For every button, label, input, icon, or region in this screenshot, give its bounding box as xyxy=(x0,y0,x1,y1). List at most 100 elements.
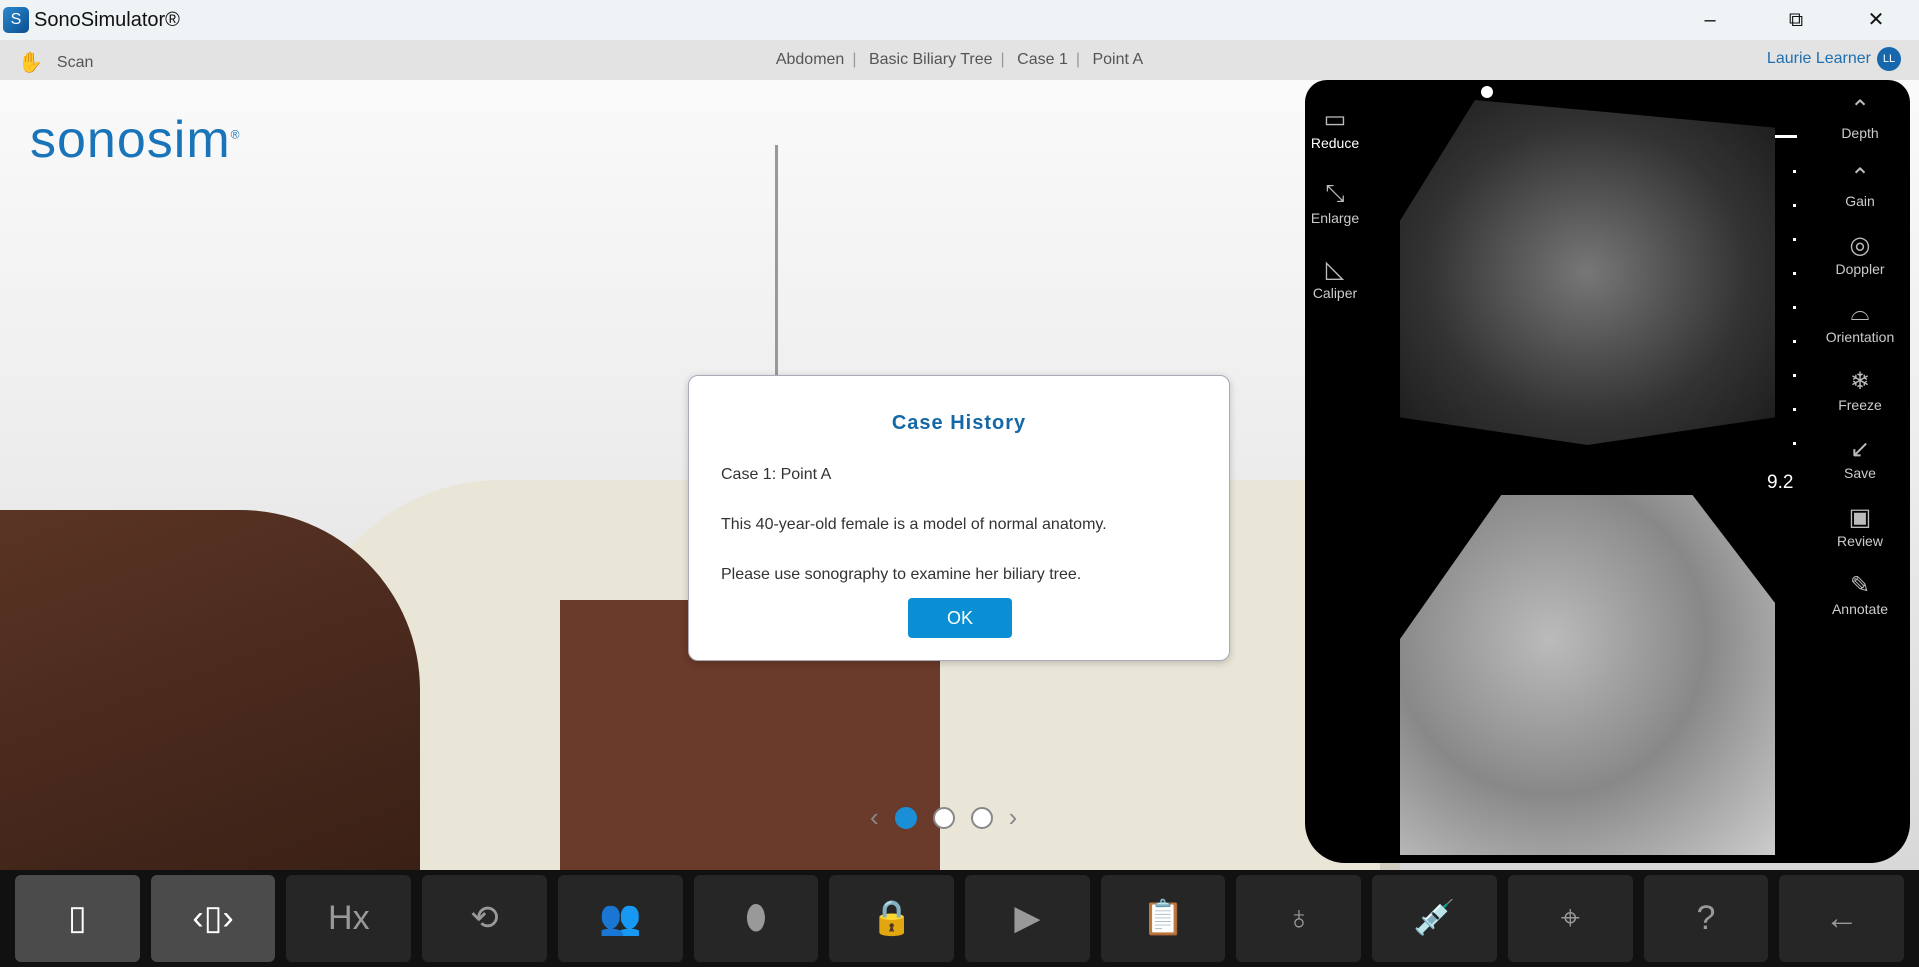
play-icon: ▶ xyxy=(1014,899,1041,937)
transducer-button[interactable]: ♁ xyxy=(1236,875,1362,962)
breadcrumb: Abdomen | Basic Biliary Tree | Case 1 | Poi… xyxy=(775,51,1144,68)
transducer-icon: ♁ xyxy=(1286,899,1312,937)
tool-label: Gain xyxy=(1845,193,1875,209)
patients-button[interactable]: 👥 xyxy=(557,875,683,962)
depth-scale-tick xyxy=(1793,408,1796,411)
dialog-case: Case 1: Point A xyxy=(721,466,832,483)
probe-icon: ⬮ xyxy=(745,899,767,937)
breadcrumb-item: Abdomen xyxy=(775,51,845,68)
depth-scale-tick xyxy=(1793,238,1796,241)
carousel-prev-button[interactable]: ‹ xyxy=(870,802,879,833)
syringe-icon: 💉 xyxy=(1413,899,1456,937)
orientation-icon: ⌓ xyxy=(1850,299,1870,326)
carousel-dot[interactable] xyxy=(932,806,955,829)
exit-button[interactable]: ← xyxy=(1779,875,1905,962)
ultrasound-panel: ▭ Reduce ⤡ Enlarge ◺ Caliper ⌃ Depth ⌃ Gain ◎ Dopp… xyxy=(1305,80,1910,863)
tool-enlarge-button[interactable]: ⤡ Enlarge xyxy=(1295,180,1375,226)
tool-review-button[interactable]: ▣ Review xyxy=(1820,503,1900,549)
carousel-dot[interactable] xyxy=(894,806,917,829)
tool-label: Depth xyxy=(1841,125,1879,141)
case-history-dialog: Case History Case 1: Point A This 40-yea… xyxy=(688,375,1230,661)
lock-button[interactable]: 🔒 xyxy=(829,875,955,962)
gain-icon: ⌃ xyxy=(1849,164,1871,191)
probe-switch-button[interactable]: ‹▯› xyxy=(150,875,276,962)
depth-scale-tick xyxy=(1793,340,1796,343)
tool-label: Freeze xyxy=(1838,397,1882,413)
depth-scale-top xyxy=(1775,135,1797,138)
tool-label: Annotate xyxy=(1831,601,1889,617)
play-button[interactable]: ▶ xyxy=(965,875,1090,962)
target-button[interactable]: ⌖ xyxy=(1507,875,1633,962)
close-button[interactable]: ✕ xyxy=(1846,0,1906,40)
tool-gain-button[interactable]: ⌃ Gain xyxy=(1820,163,1900,209)
carousel-nav: ‹ › xyxy=(870,802,1017,833)
annotate-icon: ✎ xyxy=(1849,572,1871,599)
carousel-next-button[interactable]: › xyxy=(1009,802,1018,833)
app-logo-icon: S xyxy=(3,7,29,33)
orientation-marker xyxy=(1481,86,1493,98)
ultrasound-image xyxy=(1400,100,1775,445)
breadcrumb-item: Case 1 xyxy=(1017,51,1068,68)
history-button[interactable]: Hx xyxy=(286,875,412,962)
tool-annotate-button[interactable]: ✎ Annotate xyxy=(1820,571,1900,617)
app-title: SonoSimulator® xyxy=(34,8,180,31)
reduce-icon: ▭ xyxy=(1323,106,1347,133)
tool-label: Save xyxy=(1844,465,1876,481)
review-icon: ▣ xyxy=(1848,504,1872,531)
dialog-text: Please use sonography to examine her bil… xyxy=(721,566,1082,583)
sonosim-logo: sonosim® xyxy=(30,111,241,169)
depth-scale-tick xyxy=(1793,442,1796,445)
depth-scale-tick xyxy=(1793,204,1796,207)
assessment-button[interactable]: 📋 xyxy=(1100,875,1226,962)
tool-caliper-button[interactable]: ◺ Caliper xyxy=(1295,255,1375,301)
title-bar: S SonoSimulator® – ⧉ ✕ xyxy=(0,0,1919,40)
exit-icon: ← xyxy=(1824,899,1859,937)
tool-label: Reduce xyxy=(1310,135,1360,151)
user-menu[interactable]: Laurie Learner LL xyxy=(1767,47,1901,71)
breadcrumb-item: Basic Biliary Tree xyxy=(868,51,993,68)
probe-views-button[interactable]: ▯ xyxy=(15,875,140,962)
syringe-button[interactable]: 💉 xyxy=(1372,875,1497,962)
tool-label: Caliper xyxy=(1312,285,1358,301)
dialog-title: Case History xyxy=(891,412,1027,434)
depth-scale-tick xyxy=(1793,272,1796,275)
patient-position-icon: ⟲ xyxy=(470,899,499,937)
tool-freeze-button[interactable]: ❄ Freeze xyxy=(1820,367,1900,413)
bottom-toolbar: ▯ ‹▯› Hx ⟲ 👥 ⬮ 🔒 ▶ 📋 ♁ 💉 ⌖? ← xyxy=(0,870,1919,967)
probe-switch-icon: ‹▯› xyxy=(192,899,234,937)
tool-label: Review xyxy=(1837,533,1883,549)
depth-icon: ⌃ xyxy=(1849,96,1871,123)
minimize-button[interactable]: – xyxy=(1680,0,1740,40)
caliper-icon: ◺ xyxy=(1325,256,1345,283)
tool-label: Enlarge xyxy=(1310,210,1360,226)
lock-icon: 🔒 xyxy=(870,899,913,937)
assessment-icon: 📋 xyxy=(1141,899,1185,937)
tool-save-button[interactable]: ↙ Save xyxy=(1820,435,1900,481)
enlarge-icon: ⤡ xyxy=(1325,180,1345,207)
patients-icon: 👥 xyxy=(599,899,642,937)
depth-value: 9.2 xyxy=(1767,472,1794,493)
ct-reference-image xyxy=(1400,495,1775,855)
save-icon: ↙ xyxy=(1849,436,1871,463)
probe-views-icon: ▯ xyxy=(68,899,87,937)
carousel-dot[interactable] xyxy=(970,806,993,829)
doppler-icon: ◎ xyxy=(1849,232,1871,259)
user-name: Laurie Learner xyxy=(1766,50,1871,67)
dialog-text: This 40-year-old female is a model of no… xyxy=(721,516,1107,533)
restore-button[interactable]: ⧉ xyxy=(1766,0,1826,40)
tool-depth-button[interactable]: ⌃ Depth xyxy=(1820,95,1900,141)
tool-doppler-button[interactable]: ◎ Doppler xyxy=(1820,231,1900,277)
tool-label: Doppler xyxy=(1835,261,1885,277)
depth-scale-tick xyxy=(1793,374,1796,377)
tool-label: Orientation xyxy=(1825,329,1895,345)
depth-scale-tick xyxy=(1793,170,1796,173)
help-icon: ? xyxy=(1696,899,1716,937)
history-icon: Hx xyxy=(328,899,370,937)
tool-orientation-button[interactable]: ⌓ Orientation xyxy=(1820,299,1900,345)
ok-button[interactable]: OK xyxy=(908,598,1012,638)
probe-button[interactable]: ⬮ xyxy=(693,875,819,962)
target-icon: ⌖ xyxy=(1560,899,1580,937)
patient-position-button[interactable]: ⟲ xyxy=(422,875,547,962)
help-button[interactable]: ? xyxy=(1643,875,1769,962)
tool-reduce-button[interactable]: ▭ Reduce xyxy=(1295,105,1375,151)
